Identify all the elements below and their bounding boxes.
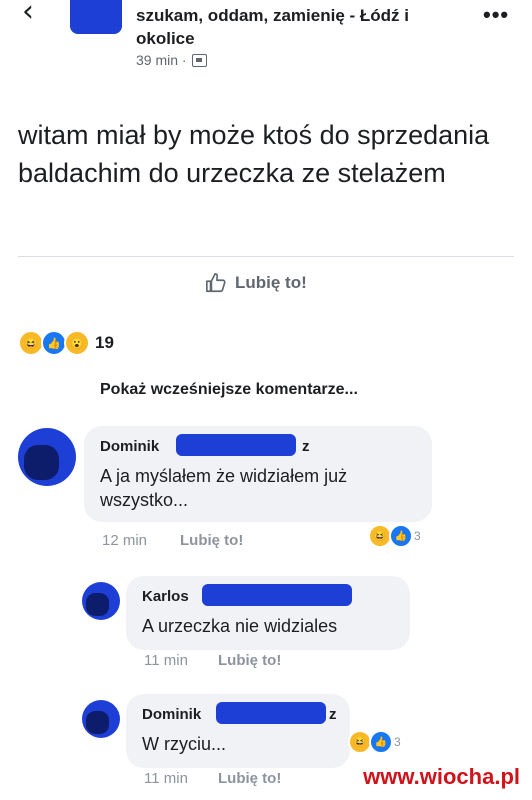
more-icon[interactable]: ••• — [483, 2, 509, 28]
comment-bubble: Dominik z A ja myślałem że widziałem już… — [84, 426, 432, 522]
comment-text: A ja myślałem że widziałem już — [100, 466, 348, 486]
comment-author[interactable]: Karlos — [142, 588, 189, 605]
thumb-up-icon — [206, 273, 226, 293]
comment-time: 12 min — [102, 532, 148, 549]
comment-author-suffix: z — [329, 706, 337, 723]
comment-author[interactable]: Dominik — [100, 438, 159, 455]
post-text: witam miał by może ktoś do sprzedania ba… — [18, 120, 490, 188]
like-reaction-icon: 👍 — [369, 730, 393, 754]
divider — [18, 256, 514, 257]
comment-like-button[interactable]: Lubię to! — [180, 532, 243, 549]
watermark: www.wiocha.pl — [363, 764, 520, 789]
avatar[interactable] — [82, 700, 120, 738]
comment-time: 11 min — [144, 770, 188, 787]
comment-text: A urzeczka nie widziales — [142, 616, 338, 636]
comment-reaction-count: 3 — [394, 735, 401, 749]
wow-reaction-icon: 😮 — [64, 330, 90, 356]
avatar[interactable] — [82, 582, 120, 620]
comment-time: 11 min — [144, 652, 188, 669]
avatar[interactable] — [18, 428, 76, 486]
like-reaction-icon: 👍 — [389, 524, 413, 548]
comment-text-line2: wszystko... — [100, 490, 189, 510]
comment-author-suffix: z — [302, 438, 310, 455]
reaction-count: 19 — [95, 333, 114, 352]
like-button-label: Lubię to! — [235, 273, 307, 292]
comment-like-button[interactable]: Lubię to! — [218, 652, 281, 669]
show-previous-comments-link[interactable]: Pokaż wcześniejsze komentarze... — [100, 381, 358, 399]
back-arrow-icon[interactable]: ‹ — [22, 0, 34, 29]
comment-bubble: Dominik z W rzyciu... — [126, 694, 350, 768]
group-name[interactable]: szukam, oddam, zamienię - Łódź i okolice — [136, 4, 466, 50]
comment-author[interactable]: Dominik — [142, 706, 201, 723]
comment-like-button[interactable]: Lubię to! — [218, 770, 281, 787]
post-time: 39 min · — [136, 52, 187, 68]
comment-bubble: Karlos A urzeczka nie widziales — [126, 576, 410, 650]
like-button[interactable]: Lubię to! — [205, 272, 307, 294]
comment-reactions[interactable]: 😆 👍 3 — [368, 524, 421, 548]
post-meta: 39 min · — [136, 52, 207, 68]
group-avatar[interactable] — [70, 0, 122, 34]
comment-reactions[interactable]: 😆 👍 3 — [348, 730, 401, 754]
comment-text: W rzyciu... — [142, 734, 226, 754]
redaction — [176, 434, 296, 456]
redaction — [216, 702, 326, 724]
reactions-summary[interactable]: 😆 👍 😮 19 — [18, 330, 114, 356]
comment-reaction-count: 3 — [414, 529, 421, 543]
redaction — [202, 584, 352, 606]
globe-icon — [191, 53, 207, 67]
